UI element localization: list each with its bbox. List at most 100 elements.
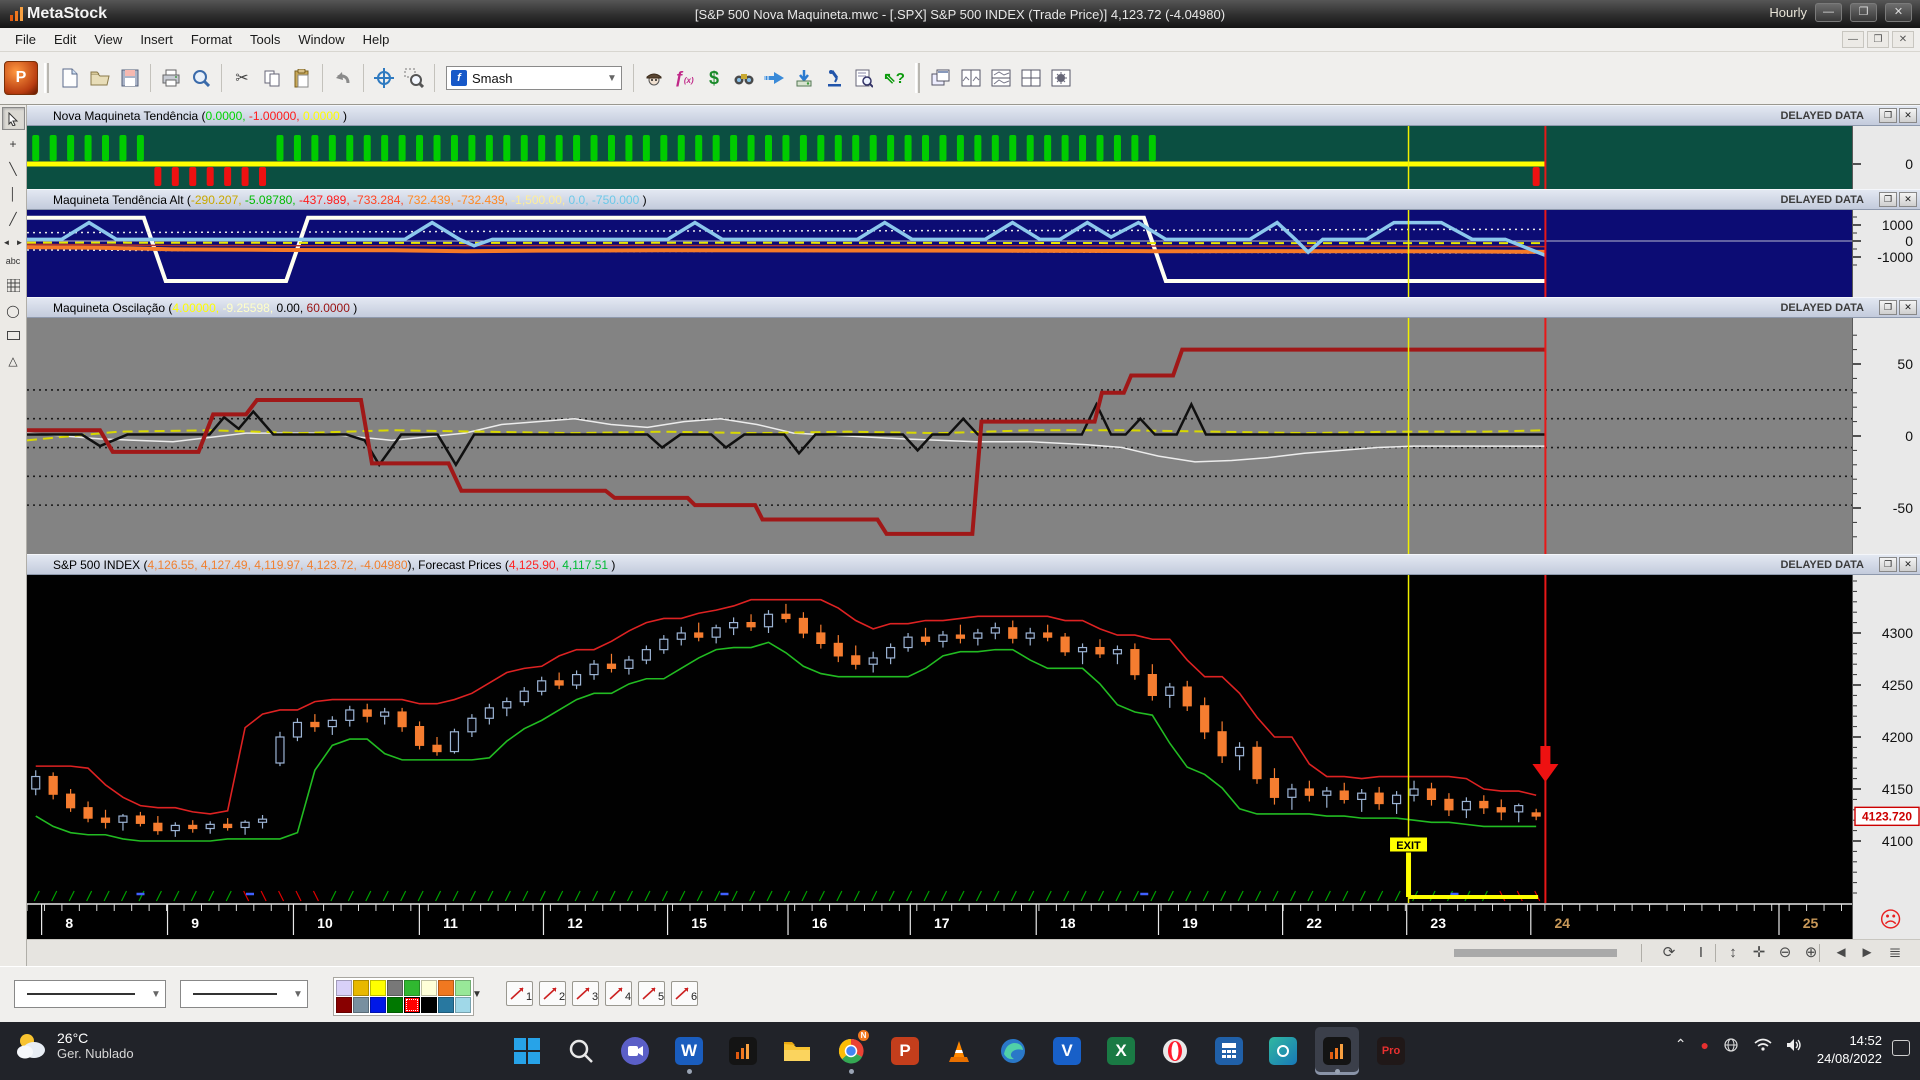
taskbar-pro-icon[interactable]: Pro bbox=[1369, 1027, 1413, 1075]
color-swatch[interactable] bbox=[438, 980, 454, 996]
menu-view[interactable]: View bbox=[85, 29, 131, 50]
minimize-button[interactable]: — bbox=[1815, 3, 1842, 22]
taskbar-explorer-icon[interactable] bbox=[775, 1027, 819, 1075]
panel-plot-1[interactable] bbox=[27, 210, 1852, 297]
refresh-button[interactable]: ⟳ bbox=[1657, 941, 1681, 965]
child-restore-button[interactable]: ❐ bbox=[1867, 31, 1889, 48]
page-left-button[interactable]: ◄ bbox=[1829, 941, 1853, 965]
tray-wifi-icon[interactable] bbox=[1754, 1038, 1772, 1051]
color-swatch[interactable] bbox=[404, 980, 420, 996]
tray-chevron-icon[interactable]: ⌃ bbox=[1675, 1036, 1687, 1053]
bar-spacing-button[interactable]: I bbox=[1689, 941, 1713, 965]
color-swatch[interactable] bbox=[438, 997, 454, 1013]
template-button-4[interactable]: 4 bbox=[605, 981, 632, 1006]
explorer-search-button[interactable] bbox=[729, 63, 759, 93]
scroll-right-button[interactable]: ► bbox=[13, 238, 26, 247]
tray-record-icon[interactable]: ● bbox=[1701, 1037, 1709, 1053]
layout-options-button[interactable] bbox=[1046, 63, 1076, 93]
undo-button[interactable] bbox=[328, 63, 358, 93]
scroll-left-button[interactable]: ◄ bbox=[0, 238, 13, 247]
taskbar-calculator-icon[interactable] bbox=[1207, 1027, 1251, 1075]
line-style-combo[interactable]: ▼ bbox=[14, 980, 166, 1008]
taskbar-powerpoint-icon[interactable]: P bbox=[883, 1027, 927, 1075]
template-button-5[interactable]: 5 bbox=[638, 981, 665, 1006]
indicator-builder-button[interactable]: ƒ(x) bbox=[669, 63, 699, 93]
panel-plot-3[interactable]: EXIT bbox=[27, 575, 1852, 903]
menu-window[interactable]: Window bbox=[289, 29, 353, 50]
menu-edit[interactable]: Edit bbox=[45, 29, 85, 50]
vertical-zoom-button[interactable]: ↕ bbox=[1721, 941, 1745, 965]
triangle-tool-button[interactable]: △ bbox=[2, 349, 25, 372]
tile-vertical-button[interactable] bbox=[956, 63, 986, 93]
taskbar-word-icon[interactable]: W bbox=[667, 1027, 711, 1075]
power-console-button[interactable]: P bbox=[4, 61, 38, 95]
print-button[interactable] bbox=[156, 63, 186, 93]
child-minimize-button[interactable]: — bbox=[1842, 31, 1864, 48]
panel-close-button[interactable]: ✕ bbox=[1899, 192, 1917, 207]
report-button[interactable] bbox=[849, 63, 879, 93]
template-button-6[interactable]: 6 bbox=[671, 981, 698, 1006]
taskbar-vlc-icon[interactable] bbox=[937, 1027, 981, 1075]
menu-file[interactable]: File bbox=[6, 29, 45, 50]
panel-restore-button[interactable]: ❐ bbox=[1879, 300, 1897, 315]
taskbar-vcode-icon[interactable]: V bbox=[1045, 1027, 1089, 1075]
vertical-line-tool-button[interactable]: │ bbox=[2, 182, 25, 205]
panel-plot-2[interactable] bbox=[27, 318, 1852, 554]
color-swatch[interactable] bbox=[387, 997, 403, 1013]
cascade-windows-button[interactable] bbox=[926, 63, 956, 93]
panel-plot-0[interactable] bbox=[27, 126, 1852, 189]
x-axis[interactable]: 8 9 10 11 12 15 16 17 18 19 22 23 24 25 bbox=[26, 903, 1852, 939]
weather-widget[interactable]: 26°C Ger. Nublado bbox=[14, 1030, 134, 1061]
tray-volume-icon[interactable] bbox=[1786, 1038, 1802, 1052]
explorer-button[interactable] bbox=[639, 63, 669, 93]
print-preview-button[interactable] bbox=[186, 63, 216, 93]
taskbar-teams-icon[interactable] bbox=[613, 1027, 657, 1075]
template-button-1[interactable]: 1 bbox=[506, 981, 533, 1006]
clock-widget[interactable]: 14:52 24/08/2022 bbox=[1817, 1032, 1882, 1068]
ellipse-tool-button[interactable]: ◯ bbox=[2, 299, 25, 322]
tile-quad-button[interactable] bbox=[1016, 63, 1046, 93]
taskbar-photos-icon[interactable] bbox=[1261, 1027, 1305, 1075]
crosshair-tool-button[interactable]: + bbox=[2, 132, 25, 155]
tray-network-icon[interactable] bbox=[1723, 1037, 1740, 1052]
panel-restore-button[interactable]: ❐ bbox=[1879, 557, 1897, 572]
taskbar-start-icon[interactable] bbox=[505, 1027, 549, 1075]
context-help-button[interactable]: ⇖? bbox=[879, 63, 909, 93]
new-chart-button[interactable] bbox=[55, 63, 85, 93]
panel-close-button[interactable]: ✕ bbox=[1899, 300, 1917, 315]
data-window-button[interactable]: ≣ bbox=[1883, 941, 1907, 965]
taskbar-metastock-icon[interactable] bbox=[721, 1027, 765, 1075]
template-button-3[interactable]: 3 bbox=[572, 981, 599, 1006]
crosshair-button[interactable] bbox=[369, 63, 399, 93]
color-swatch[interactable] bbox=[404, 997, 420, 1013]
trendline-tool-button[interactable]: ╲ bbox=[2, 157, 25, 180]
color-swatch[interactable] bbox=[387, 980, 403, 996]
taskbar-metastock-pro-icon[interactable] bbox=[1315, 1027, 1359, 1075]
rectangle-tool-button[interactable] bbox=[2, 324, 25, 347]
system-tester-button[interactable]: $ bbox=[699, 63, 729, 93]
taskbar-edge-icon[interactable] bbox=[991, 1027, 1035, 1075]
horizontal-scrollbar[interactable] bbox=[1454, 949, 1617, 957]
panel-close-button[interactable]: ✕ bbox=[1899, 108, 1917, 123]
palette-more-button[interactable]: ▼ bbox=[472, 989, 482, 1000]
text-tool-button[interactable]: abc bbox=[2, 249, 25, 272]
maximize-button[interactable]: ❐ bbox=[1850, 3, 1877, 22]
page-right-button[interactable]: ► bbox=[1855, 941, 1879, 965]
zoom-out-button[interactable]: ⊖ bbox=[1773, 941, 1797, 965]
taskbar-search-icon[interactable] bbox=[559, 1027, 603, 1075]
forecast-button[interactable] bbox=[759, 63, 789, 93]
color-swatch[interactable] bbox=[455, 980, 471, 996]
close-button[interactable]: ✕ bbox=[1885, 3, 1912, 22]
panel-restore-button[interactable]: ❐ bbox=[1879, 108, 1897, 123]
grid-tool-button[interactable] bbox=[2, 274, 25, 297]
cut-button[interactable]: ✂ bbox=[227, 63, 257, 93]
toolbar-grip-2[interactable] bbox=[915, 63, 920, 93]
panel-close-button[interactable]: ✕ bbox=[1899, 557, 1917, 572]
downloader-button[interactable] bbox=[789, 63, 819, 93]
pointer-tool-button[interactable] bbox=[1, 107, 25, 130]
panel-restore-button[interactable]: ❐ bbox=[1879, 192, 1897, 207]
color-swatch[interactable] bbox=[336, 980, 352, 996]
menu-help[interactable]: Help bbox=[354, 29, 399, 50]
notification-center-icon[interactable] bbox=[1892, 1040, 1910, 1056]
child-close-button[interactable]: ✕ bbox=[1892, 31, 1914, 48]
